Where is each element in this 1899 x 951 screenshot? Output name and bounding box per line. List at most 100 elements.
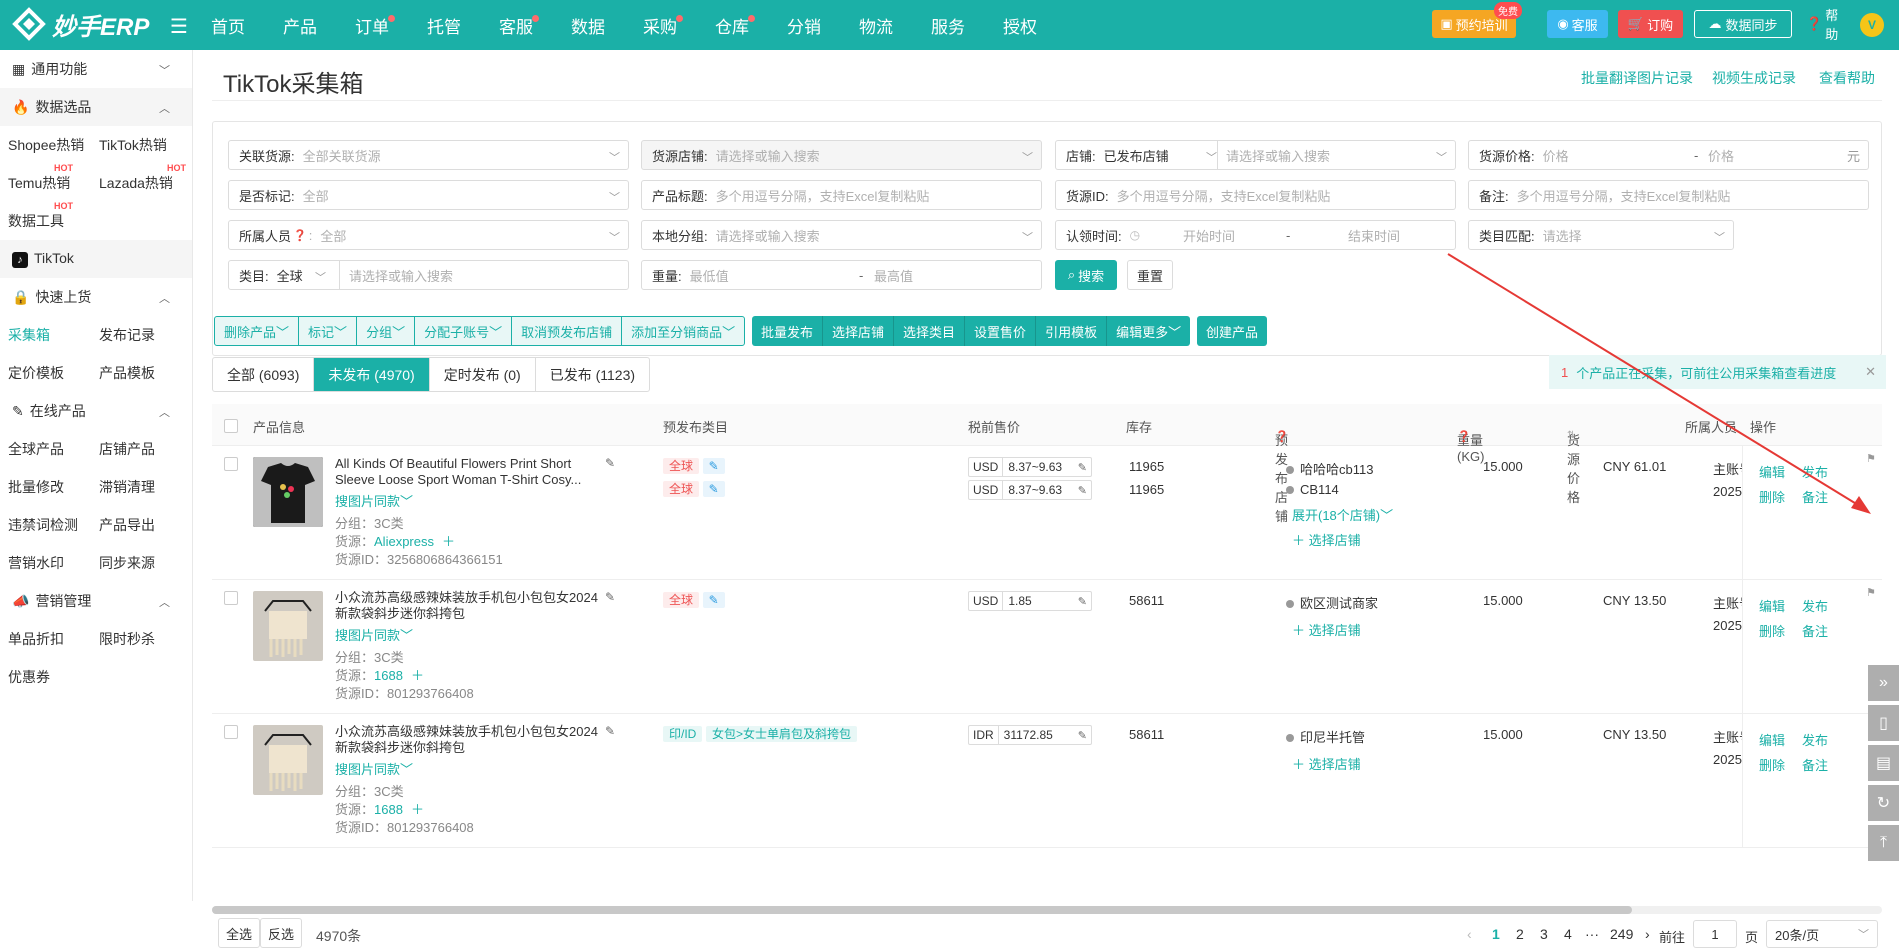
product-title[interactable]: 小众流苏高级感辣妹装放手机包小包包女2024新款袋斜步迷你斜挎包 xyxy=(335,724,605,756)
source-shop-select[interactable]: 货源店铺: 请选择或输入搜索 ﹀ xyxy=(641,140,1042,170)
page-1[interactable]: 1 xyxy=(1492,926,1500,942)
service-button[interactable]: ◉ 客服 xyxy=(1547,10,1608,38)
source-id-input[interactable]: 货源ID: 多个用逗号分隔，支持Excel复制粘贴 xyxy=(1055,180,1456,210)
sidebar-item-publish-log[interactable]: 发布记录 xyxy=(91,325,182,345)
edit-price-icon[interactable]: ✎ xyxy=(1078,461,1087,474)
edit-link[interactable]: 编辑 xyxy=(1759,730,1785,749)
plus-icon[interactable]: ＋ xyxy=(442,534,455,549)
sidebar-item-coupon[interactable]: 优惠券 xyxy=(0,667,91,687)
edit-price-icon[interactable]: ✎ xyxy=(1078,484,1087,497)
remark-input[interactable]: 备注: 多个用逗号分隔，支持Excel复制粘贴 xyxy=(1468,180,1869,210)
nav-item-auth[interactable]: 授权 xyxy=(1003,13,1037,38)
nav-item-purchase[interactable]: 采购 xyxy=(643,13,683,38)
category-match-select[interactable]: 类目匹配: 请选择 ﹀ xyxy=(1468,220,1734,250)
reset-button[interactable]: 重置 xyxy=(1127,260,1173,290)
page-2[interactable]: 2 xyxy=(1516,926,1524,942)
back-to-top-icon[interactable]: ⤒ xyxy=(1868,825,1899,861)
publish-link[interactable]: 发布 xyxy=(1802,730,1828,749)
set-price-button[interactable]: 设置售价 xyxy=(965,316,1037,346)
use-template-button[interactable]: 引用模板 xyxy=(1036,316,1108,346)
prev-page-icon[interactable]: ‹ xyxy=(1467,926,1472,942)
page-ellipsis[interactable]: ··· xyxy=(1585,926,1599,942)
nav-item-warehouse[interactable]: 仓库 xyxy=(715,13,755,38)
nav-item-hosting[interactable]: 托管 xyxy=(427,13,461,38)
expand-icon[interactable]: » xyxy=(1868,665,1899,701)
local-group-select[interactable]: 本地分组: 请选择或输入搜索 ﹀ xyxy=(641,220,1042,250)
edit-price-icon[interactable]: ✎ xyxy=(1078,729,1087,742)
cancel-prepublish-button[interactable]: 取消预发布店铺 xyxy=(512,317,623,345)
edit-more-dropdown[interactable]: 编辑更多 ﹀ xyxy=(1107,316,1190,346)
logo[interactable]: 妙手ERP xyxy=(12,6,149,42)
tab-published[interactable]: 已发布 (1123) xyxy=(536,358,649,391)
plus-icon[interactable]: ＋ xyxy=(411,668,424,683)
nav-item-distribution[interactable]: 分销 xyxy=(787,13,821,38)
bulk-publish-button[interactable]: 批量发布 xyxy=(752,316,824,346)
page-size-select[interactable]: 20条/页 ﹀ xyxy=(1766,920,1878,948)
refresh-icon[interactable]: ↻ xyxy=(1868,785,1899,821)
category-search-input[interactable]: 请选择或输入搜索 xyxy=(349,266,453,285)
tab-all[interactable]: 全部 (6093) xyxy=(213,358,315,391)
select-shop-link[interactable]: ＋ 选择店铺 xyxy=(1292,530,1361,549)
product-title-input[interactable]: 产品标题: 多个用逗号分隔，支持Excel复制粘贴 xyxy=(641,180,1042,210)
select-shop-link[interactable]: ＋ 选择店铺 xyxy=(1292,754,1361,773)
note-icon[interactable]: ▤ xyxy=(1868,745,1899,781)
marked-select[interactable]: 是否标记: 全部 ﹀ xyxy=(228,180,629,210)
sidebar-group-online[interactable]: ✎ 在线产品 ︿ xyxy=(0,392,192,430)
edit-title-icon[interactable]: ✎ xyxy=(605,456,615,470)
sidebar-group-data-select[interactable]: 🔥 数据选品 ︿ xyxy=(0,88,192,126)
next-page-icon[interactable]: › xyxy=(1645,926,1650,942)
linked-source-select[interactable]: 关联货源: 全部关联货源 ﹀ xyxy=(228,140,629,170)
product-thumbnail[interactable] xyxy=(253,457,323,527)
avatar[interactable]: V xyxy=(1860,13,1884,37)
select-category-button[interactable]: 选择类目 xyxy=(894,316,966,346)
add-distribution-dropdown[interactable]: 添加至分销商品 ﹀ xyxy=(622,317,744,345)
invert-selection-button[interactable]: 反选 xyxy=(260,918,302,948)
select-shop-link[interactable]: ＋ 选择店铺 xyxy=(1292,620,1361,639)
search-button[interactable]: ⌕ 搜索 xyxy=(1055,260,1117,290)
training-button[interactable]: ▣ 预约培训 免费 xyxy=(1432,2,1522,38)
mobile-icon[interactable]: ▯ xyxy=(1868,705,1899,741)
edit-title-icon[interactable]: ✎ xyxy=(605,590,615,604)
nav-item-data[interactable]: 数据 xyxy=(571,13,605,38)
data-sync-button[interactable]: ☁ 数据同步 xyxy=(1694,10,1792,38)
mark-dropdown[interactable]: 标记 ﹀ xyxy=(299,317,358,345)
image-search-link[interactable]: 搜图片同款﹀ xyxy=(335,491,413,510)
tab-scheduled[interactable]: 定时发布 (0) xyxy=(430,358,536,391)
category-path-tag[interactable]: 女包>女士单肩包及斜挎包 xyxy=(705,726,857,742)
nav-item-logistics[interactable]: 物流 xyxy=(859,13,893,38)
video-log-link[interactable]: 视频生成记录 xyxy=(1712,68,1796,88)
nav-item-order[interactable]: 订单 xyxy=(355,13,395,38)
sidebar-group-marketing[interactable]: 📣 营销管理 ︿ xyxy=(0,582,192,620)
group-dropdown[interactable]: 分组 ﹀ xyxy=(357,317,416,345)
shop-search-input[interactable]: 请选择或输入搜索 xyxy=(1226,146,1330,165)
row-checkbox[interactable] xyxy=(224,591,238,605)
nav-item-service[interactable]: 客服 xyxy=(499,13,539,38)
row-checkbox[interactable] xyxy=(224,457,238,471)
category-filter[interactable]: 类目: 全球 ﹀ 请选择或输入搜索 xyxy=(228,260,629,290)
page-3[interactable]: 3 xyxy=(1540,926,1548,942)
row-checkbox[interactable] xyxy=(224,725,238,739)
sidebar-item-shop-products[interactable]: 店铺产品 xyxy=(91,439,182,459)
sidebar-item-product-template[interactable]: 产品模板 xyxy=(91,363,182,383)
weight-max-input[interactable]: 最高值 xyxy=(874,266,913,285)
flag-icon[interactable]: ⚑ xyxy=(1866,586,1876,599)
page-jump-input[interactable]: 1 xyxy=(1693,920,1737,948)
sidebar-item-watermark[interactable]: 营销水印 xyxy=(0,553,91,573)
edit-category-icon[interactable]: ✎ xyxy=(702,481,725,497)
create-product-button[interactable]: 创建产品 xyxy=(1197,316,1267,346)
nav-item-services[interactable]: 服务 xyxy=(931,13,965,38)
delete-link[interactable]: 删除 xyxy=(1759,621,1785,640)
remark-link[interactable]: 备注 xyxy=(1802,755,1828,774)
sidebar-item-forbidden-words[interactable]: 违禁词检测 xyxy=(0,515,91,535)
assign-subaccount-dropdown[interactable]: 分配子账号 ﹀ xyxy=(415,317,513,345)
sidebar-item-collect-box[interactable]: 采集箱 xyxy=(0,325,91,345)
bulk-translate-log-link[interactable]: 批量翻译图片记录 xyxy=(1581,68,1693,88)
weight-range[interactable]: 重量: 最低值 - 最高值 xyxy=(641,260,1042,290)
edit-title-icon[interactable]: ✎ xyxy=(605,724,615,738)
nav-item-home[interactable]: 首页 xyxy=(211,13,245,38)
menu-toggle-icon[interactable]: ☰ xyxy=(170,14,188,39)
sidebar-group-general[interactable]: ▦ 通用功能 ﹀ xyxy=(0,50,192,88)
sidebar-item-global-products[interactable]: 全球产品 xyxy=(0,439,91,459)
product-thumbnail[interactable] xyxy=(253,591,323,661)
remark-link[interactable]: 备注 xyxy=(1802,621,1828,640)
